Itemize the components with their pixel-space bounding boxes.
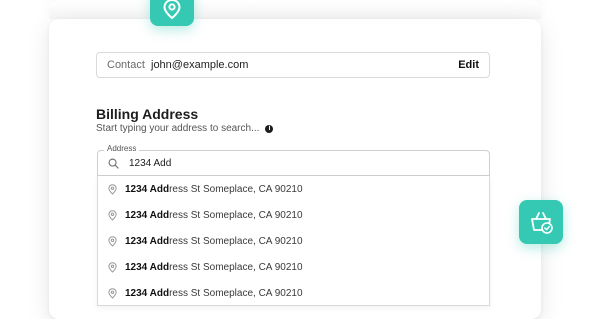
suggestion-item[interactable]: 1234 Add ress St Someplace, CA 90210: [98, 202, 489, 228]
basket-check-icon: [519, 200, 563, 244]
suggestion-match: 1234 Add: [125, 287, 170, 299]
suggestion-rest: ress St Someplace, CA 90210: [169, 209, 303, 221]
location-pin-icon: [108, 287, 117, 299]
map-pin-icon: [150, 0, 194, 26]
suggestion-item[interactable]: 1234 Add ress St Someplace, CA 90210: [98, 228, 489, 254]
address-input[interactable]: [127, 156, 431, 170]
contact-summary: Contact john@example.com Edit: [96, 52, 490, 78]
contact-label: Contact: [107, 59, 145, 71]
suggestion-match: 1234 Add: [125, 183, 170, 195]
address-legend: Address: [104, 144, 140, 153]
search-icon: [108, 158, 119, 169]
location-pin-icon: [108, 261, 117, 273]
suggestion-item[interactable]: 1234 Add ress St Someplace, CA 90210: [98, 176, 489, 202]
location-pin-icon: [108, 209, 117, 221]
location-pin-icon: [108, 183, 117, 195]
suggestion-rest: ress St Someplace, CA 90210: [169, 261, 303, 273]
suggestion-rest: ress St Someplace, CA 90210: [169, 235, 303, 247]
billing-subtitle-text: Start typing your address to search...: [96, 123, 260, 134]
suggestion-match: 1234 Add: [125, 235, 170, 247]
contact-email: john@example.com: [151, 59, 249, 71]
card-top-edge: [49, 0, 541, 19]
address-field[interactable]: [97, 150, 490, 176]
suggestion-rest: ress St Someplace, CA 90210: [169, 183, 303, 195]
suggestion-match: 1234 Add: [125, 261, 170, 273]
location-pin-icon: [108, 235, 117, 247]
address-suggestions: 1234 Add ress St Someplace, CA 90210 1234…: [97, 176, 490, 306]
billing-title: Billing Address: [96, 106, 199, 122]
suggestion-rest: ress St Someplace, CA 90210: [169, 287, 303, 299]
billing-subtitle: Start typing your address to search... i: [96, 123, 274, 134]
suggestion-item[interactable]: 1234 Add ress St Someplace, CA 90210: [98, 254, 489, 280]
suggestion-item[interactable]: 1234 Add ress St Someplace, CA 90210: [98, 280, 489, 306]
info-icon[interactable]: i: [265, 124, 274, 133]
suggestion-match: 1234 Add: [125, 209, 170, 221]
edit-contact-button[interactable]: Edit: [458, 59, 479, 71]
